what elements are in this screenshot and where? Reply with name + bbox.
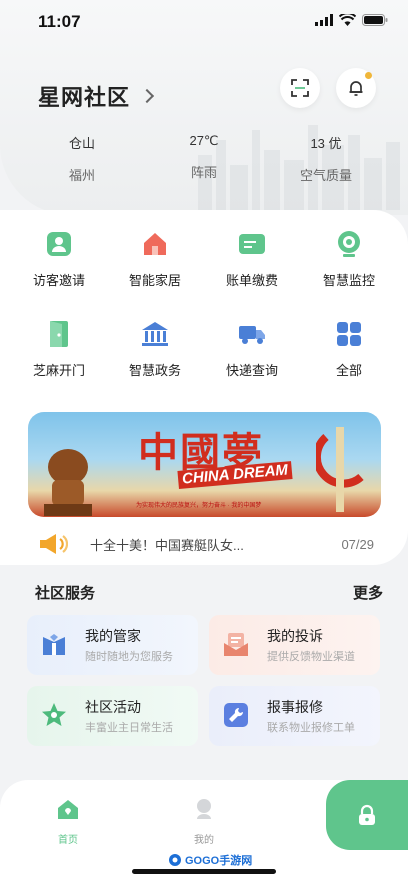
grid-label: 智慧政务: [128, 363, 181, 378]
service-card-complaint[interactable]: 我的投诉 提供反馈物业渠道: [209, 615, 380, 675]
lock-icon: [359, 804, 375, 825]
watermark-text: GOGO手游网: [185, 855, 253, 867]
city-label: 福州: [68, 168, 95, 183]
butler-icon: [43, 634, 65, 655]
grid-item-smart-home[interactable]: 智能家居: [115, 230, 195, 289]
watermark-logo-icon: [169, 854, 181, 866]
weather-panel: 仓山 福州 27℃ 阵雨 13 优 空气质量: [0, 133, 408, 193]
notice-text: 十全十美！中国赛艇队女...: [90, 537, 244, 553]
grid-label: 全部: [335, 363, 362, 378]
service-subtitle: 联系物业报修工单: [267, 722, 355, 734]
district-label: 仓山: [68, 136, 95, 151]
lion-statue-icon: [44, 449, 92, 516]
service-subtitle: 丰富业主日常生活: [85, 722, 173, 734]
status-bar: 11:07: [0, 0, 408, 44]
service-title: 我的投诉: [267, 628, 323, 644]
wrench-icon: [224, 703, 248, 727]
government-icon: [141, 320, 169, 348]
banner-footer: 为实现伟大的民族复兴，努力奋斗 · 我的中国梦: [136, 503, 262, 509]
all-grid-icon: [335, 320, 363, 348]
delivery-truck-icon: [238, 320, 266, 348]
notice-date: 07/29: [341, 536, 374, 552]
bill-icon: [238, 230, 266, 258]
grid-label: 智慧监控: [322, 273, 375, 288]
wifi-icon: [339, 14, 356, 26]
service-subtitle: 随时随地为您服务: [85, 651, 173, 663]
user-icon: [197, 799, 211, 819]
signal-icon: [315, 14, 333, 26]
camera-icon: [335, 230, 363, 258]
tab-label: 我的: [194, 835, 214, 846]
unlock-button[interactable]: [326, 780, 408, 850]
grid-label: 芝麻开门: [32, 363, 85, 378]
home-icon: [58, 800, 78, 819]
tab-home[interactable]: 首页: [38, 798, 98, 846]
community-selector[interactable]: 星网社区: [38, 80, 155, 112]
grid-item-door[interactable]: 芝麻开门: [19, 320, 99, 379]
grid-item-delivery[interactable]: 快递查询: [212, 320, 292, 379]
service-title: 社区活动: [85, 699, 141, 715]
grid-label: 账单缴费: [225, 273, 278, 288]
service-title: 我的管家: [85, 628, 141, 644]
tab-label: 首页: [58, 835, 78, 846]
weather-air-quality: 13 优 空气质量: [296, 133, 356, 184]
weather-location: 仓山 福州: [62, 133, 102, 184]
complaint-mail-icon: [224, 633, 248, 656]
watermark: GOGO手游网: [168, 852, 252, 868]
service-card-activity[interactable]: 社区活动 丰富业主日常生活: [27, 686, 198, 746]
scan-icon: [291, 79, 309, 97]
more-link[interactable]: 更多: [353, 582, 383, 603]
main-card: 访客邀请 智能家居 账单缴费 智慧监控 芝麻开门 智慧政务 快递查询 全部 中國…: [0, 210, 408, 565]
smart-home-icon: [141, 230, 169, 258]
grid-item-visitor[interactable]: 访客邀请: [19, 230, 99, 289]
tab-mine[interactable]: 我的: [174, 798, 234, 846]
grid-item-monitor[interactable]: 智慧监控: [309, 230, 389, 289]
notification-button[interactable]: [336, 68, 376, 108]
grid-item-government[interactable]: 智慧政务: [115, 320, 195, 379]
service-card-repair[interactable]: 报事报修 联系物业报修工单: [209, 686, 380, 746]
unread-dot: [365, 72, 372, 79]
section-title: 社区服务: [35, 585, 96, 602]
grid-label: 智能家居: [128, 273, 181, 288]
visitor-icon: [45, 230, 73, 258]
weather-condition: 阵雨: [190, 165, 217, 180]
service-title: 报事报修: [267, 699, 323, 715]
star-activity-icon: [42, 703, 66, 726]
grid-item-all[interactable]: 全部: [309, 320, 389, 379]
promo-banner[interactable]: 中國夢 CHINA DREAM 为实现伟大的民族复兴，努力奋斗 · 我的中国梦: [28, 412, 381, 517]
aqi-value: 13 优: [310, 136, 342, 151]
door-icon: [45, 320, 73, 348]
service-card-butler[interactable]: 我的管家 随时随地为您服务: [27, 615, 198, 675]
notice-bar[interactable]: 十全十美！中国赛艇队女... 07/29: [38, 532, 374, 556]
chevron-right-icon: [139, 88, 155, 104]
community-name: 星网社区: [38, 85, 131, 110]
temperature-value: 27℃: [189, 133, 219, 148]
megaphone-icon: [40, 534, 68, 554]
grid-item-bill[interactable]: 账单缴费: [212, 230, 292, 289]
weather-temperature: 27℃ 阵雨: [182, 133, 226, 181]
battery-icon: [362, 14, 388, 26]
grid-label: 访客邀请: [32, 273, 85, 288]
bell-icon: [349, 81, 363, 96]
service-subtitle: 提供反馈物业渠道: [267, 651, 355, 663]
home-indicator: [132, 869, 276, 874]
status-time: 11:07: [38, 12, 81, 31]
scan-button[interactable]: [280, 68, 320, 108]
aqi-label: 空气质量: [299, 168, 352, 183]
grid-label: 快递查询: [225, 363, 278, 378]
status-icons: [315, 14, 388, 26]
monument-icon: [316, 427, 364, 512]
services-header: 社区服务 更多: [35, 582, 383, 603]
